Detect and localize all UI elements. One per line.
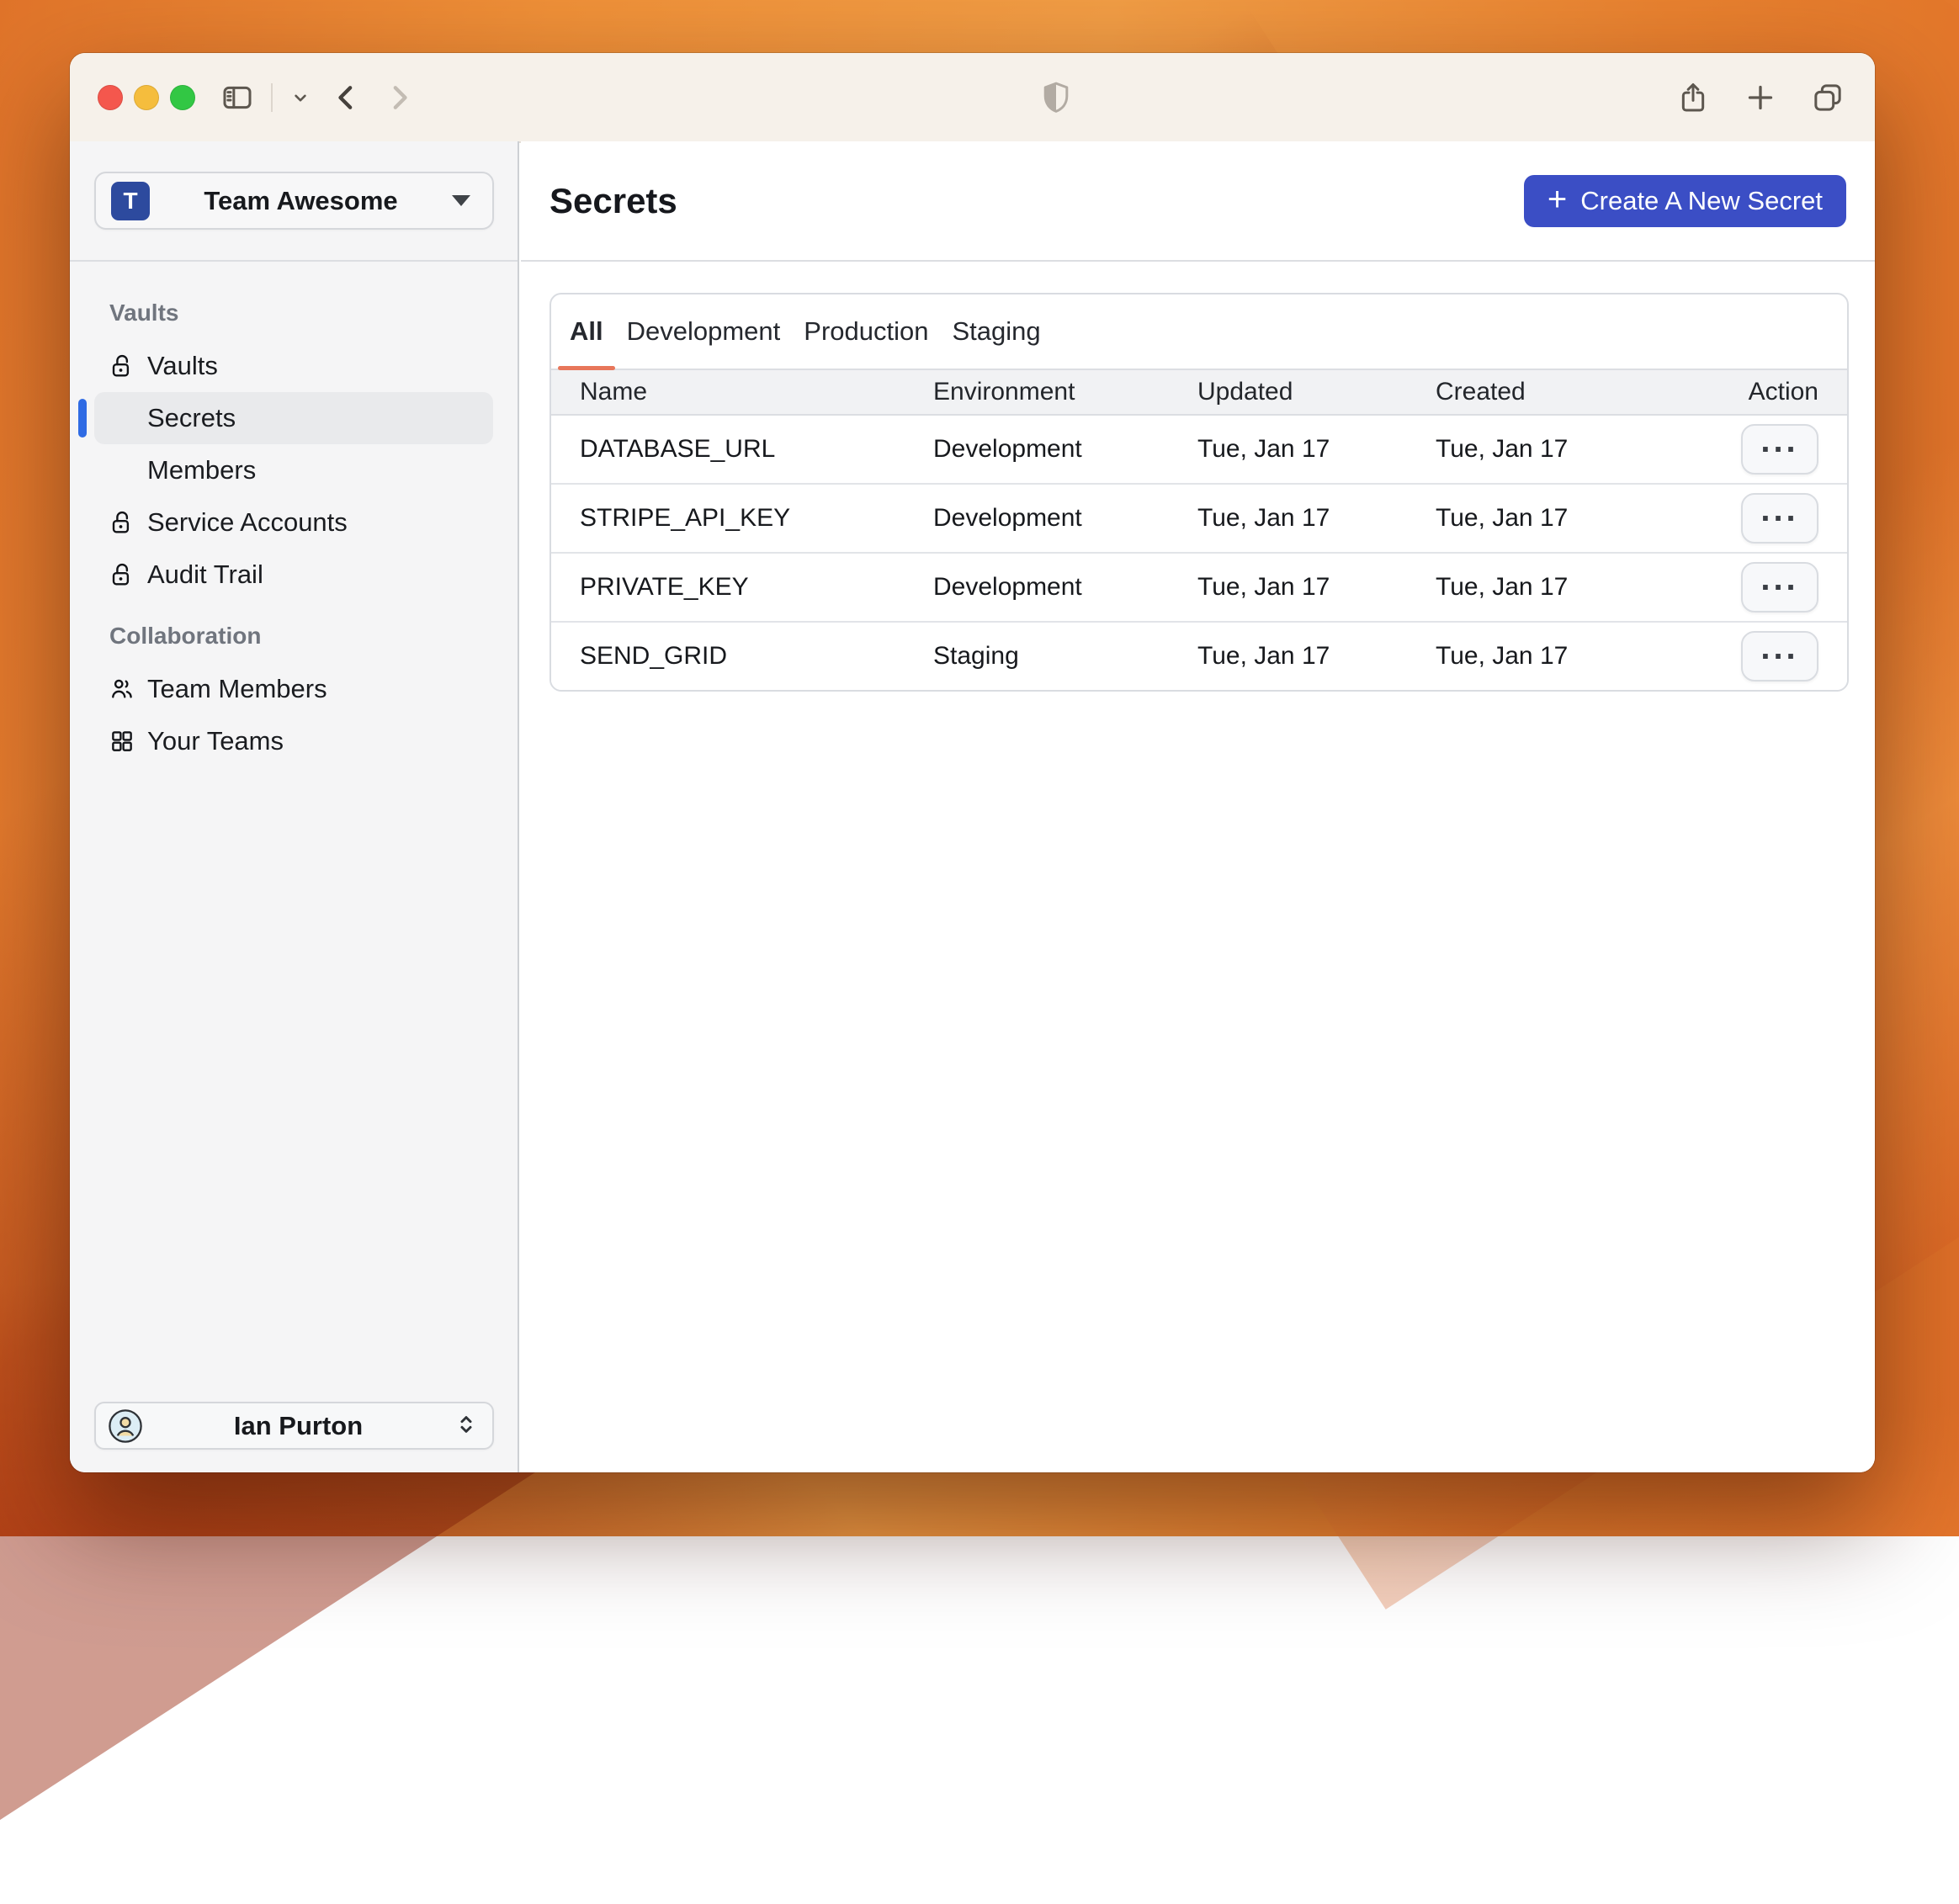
table-row: DATABASE_URL Development Tue, Jan 17 Tue… xyxy=(551,416,1847,485)
secret-updated: Tue, Jan 17 xyxy=(1197,504,1330,532)
environment-tabs: All Development Production Staging xyxy=(551,294,1847,370)
tab-overview-icon[interactable] xyxy=(1809,79,1846,116)
share-icon[interactable] xyxy=(1675,79,1712,116)
secret-environment: Development xyxy=(933,435,1082,463)
sidebar-item-members[interactable]: Members xyxy=(94,444,493,496)
sidebar: T Team Awesome Vaults Vaults Secrets Mem… xyxy=(70,141,519,1472)
page-title: Secrets xyxy=(549,180,677,220)
sidebar-item-label: Vaults xyxy=(147,351,218,380)
team-avatar: T xyxy=(111,181,150,220)
secret-updated: Tue, Jan 17 xyxy=(1197,573,1330,601)
sidebar-header: T Team Awesome xyxy=(70,141,518,262)
window-toolbar xyxy=(70,53,1875,143)
sidebar-nav: Vaults Vaults Secrets Members Service Ac… xyxy=(70,262,518,767)
forward-button-icon[interactable] xyxy=(380,79,417,116)
section-label-collaboration: Collaboration xyxy=(109,623,262,649)
caret-down-icon xyxy=(452,195,470,206)
sidebar-item-vaults[interactable]: Vaults xyxy=(94,340,493,392)
secret-created: Tue, Jan 17 xyxy=(1436,573,1569,601)
secret-name: PRIVATE_KEY xyxy=(580,573,749,601)
column-header-action: Action xyxy=(1748,378,1818,406)
team-switcher[interactable]: T Team Awesome xyxy=(94,172,494,230)
secret-environment: Development xyxy=(933,573,1082,601)
user-menu-button[interactable]: Ian Purton xyxy=(94,1402,494,1450)
chevron-down-icon[interactable] xyxy=(288,79,313,116)
new-tab-icon[interactable] xyxy=(1742,79,1779,116)
sidebar-item-team-members[interactable]: Team Members xyxy=(94,663,493,715)
zoom-window-button[interactable] xyxy=(170,84,195,110)
secret-created: Tue, Jan 17 xyxy=(1436,504,1569,532)
sidebar-item-label: Members xyxy=(147,455,257,485)
table-row: SEND_GRID Staging Tue, Jan 17 Tue, Jan 1… xyxy=(551,623,1847,690)
shield-icon xyxy=(1038,79,1075,116)
secret-environment: Staging xyxy=(933,642,1019,670)
tab-staging[interactable]: Staging xyxy=(941,294,1053,369)
tab-all[interactable]: All xyxy=(558,294,615,370)
column-header-created: Created xyxy=(1436,378,1526,406)
secret-name: STRIPE_API_KEY xyxy=(580,504,791,532)
section-label-vaults: Vaults xyxy=(109,300,179,326)
lock-open-icon xyxy=(109,352,135,380)
user-name: Ian Purton xyxy=(233,1410,364,1440)
create-button-label: Create A New Secret xyxy=(1580,185,1823,215)
secret-environment: Development xyxy=(933,504,1082,532)
people-icon xyxy=(109,675,135,703)
traffic-lights xyxy=(98,84,195,110)
user-avatar-icon xyxy=(108,1408,143,1444)
secret-created: Tue, Jan 17 xyxy=(1436,435,1569,463)
minimize-window-button[interactable] xyxy=(134,84,159,110)
sidebar-item-label: Audit Trail xyxy=(147,560,263,589)
lock-open-icon xyxy=(109,560,135,589)
row-actions-button[interactable]: ... xyxy=(1741,562,1818,613)
sidebar-item-service-accounts[interactable]: Service Accounts xyxy=(94,496,493,549)
sidebar-toggle-icon[interactable] xyxy=(219,79,256,116)
secret-updated: Tue, Jan 17 xyxy=(1197,642,1330,670)
column-header-updated: Updated xyxy=(1197,378,1293,406)
secret-updated: Tue, Jan 17 xyxy=(1197,435,1330,463)
table-row: PRIVATE_KEY Development Tue, Jan 17 Tue,… xyxy=(551,554,1847,623)
toolbar-divider xyxy=(271,82,273,112)
secret-created: Tue, Jan 17 xyxy=(1436,642,1569,670)
sidebar-item-audit-trail[interactable]: Audit Trail xyxy=(94,549,493,601)
chevron-up-down-icon xyxy=(454,1412,479,1440)
row-actions-button[interactable]: ... xyxy=(1741,631,1818,682)
table-row: STRIPE_API_KEY Development Tue, Jan 17 T… xyxy=(551,485,1847,554)
team-switcher-label: Team Awesome xyxy=(204,185,398,215)
secret-name: SEND_GRID xyxy=(580,642,728,670)
column-header-name: Name xyxy=(580,378,648,406)
sidebar-item-label: Your Teams xyxy=(147,726,284,756)
close-window-button[interactable] xyxy=(98,84,123,110)
grid-icon xyxy=(109,727,135,756)
sidebar-item-your-teams[interactable]: Your Teams xyxy=(94,715,493,767)
sidebar-item-label: Secrets xyxy=(147,403,236,432)
column-header-environment: Environment xyxy=(933,378,1075,406)
app-window: T Team Awesome Vaults Vaults Secrets Mem… xyxy=(70,53,1875,1472)
lock-open-icon xyxy=(109,508,135,537)
row-actions-button[interactable]: ... xyxy=(1741,493,1818,544)
secrets-panel: All Development Production Staging Name … xyxy=(549,293,1849,692)
secret-name: DATABASE_URL xyxy=(580,435,776,463)
back-button-icon[interactable] xyxy=(328,79,365,116)
main-header: Secrets + Create A New Secret xyxy=(521,141,1875,262)
tab-production[interactable]: Production xyxy=(792,294,940,369)
tab-development[interactable]: Development xyxy=(615,294,793,369)
table-header-row: Name Environment Updated Created Action xyxy=(551,370,1847,416)
row-actions-button[interactable]: ... xyxy=(1741,424,1818,475)
create-new-secret-button[interactable]: + Create A New Secret xyxy=(1523,174,1846,227)
sidebar-item-label: Service Accounts xyxy=(147,507,348,537)
sidebar-item-label: Team Members xyxy=(147,674,327,703)
sidebar-item-secrets[interactable]: Secrets xyxy=(78,392,493,444)
main-content: Secrets + Create A New Secret All Develo… xyxy=(521,141,1875,1472)
